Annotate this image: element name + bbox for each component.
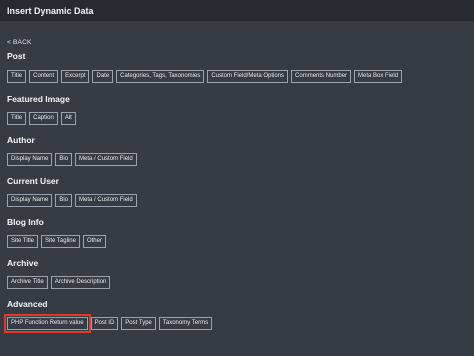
section-advanced: Advanced PHP Function Return value Post … [4, 299, 467, 333]
post-title-button[interactable]: Title [7, 70, 27, 83]
chip-group-advanced: PHP Function Return value Post ID Post T… [4, 314, 467, 333]
dialog-title: Insert Dynamic Data [0, 0, 474, 21]
author-bio-button[interactable]: Bio [55, 153, 73, 166]
section-title-featured-image: Featured Image [7, 94, 70, 104]
blog-other-button[interactable]: Other [82, 235, 106, 248]
section-title-current-user: Current User [7, 176, 59, 186]
section-author: Author Display Name Bio Meta / Custom Fi… [7, 135, 467, 166]
section-archive: Archive Archive Title Archive Descriptio… [7, 258, 467, 289]
archive-title-button[interactable]: Archive Title [7, 276, 48, 289]
chip-group-blog-info: Site Title Site Tagline Other [7, 235, 467, 248]
section-title-author: Author [7, 135, 35, 145]
featured-image-alt-button[interactable]: Alt [60, 112, 76, 125]
chip-group-author: Display Name Bio Meta / Custom Field [7, 153, 467, 166]
section-post: Post Title Content Excerpt Date Categori… [7, 51, 467, 83]
post-comments-number-button[interactable]: Comments Number [291, 70, 352, 83]
post-content-button[interactable]: Content [29, 70, 59, 83]
author-display-name-button[interactable]: Display Name [7, 153, 53, 166]
post-taxonomies-button[interactable]: Categories, Tags, Taxonomies [116, 70, 205, 83]
featured-image-caption-button[interactable]: Caption [29, 112, 58, 125]
section-current-user: Current User Display Name Bio Meta / Cus… [7, 176, 467, 207]
post-excerpt-button[interactable]: Excerpt [61, 70, 90, 83]
post-date-button[interactable]: Date [92, 70, 114, 83]
featured-image-title-button[interactable]: Title [7, 112, 27, 125]
section-title-post: Post [7, 51, 26, 61]
section-featured-image: Featured Image Title Caption Alt [7, 94, 467, 125]
chip-group-current-user: Display Name Bio Meta / Custom Field [7, 194, 467, 207]
user-bio-button[interactable]: Bio [55, 194, 73, 207]
dialog-content: < BACK Post Title Content Excerpt Date C… [0, 21, 474, 333]
blog-site-title-button[interactable]: Site Title [7, 235, 39, 248]
php-function-return-button[interactable]: PHP Function Return value [4, 314, 91, 333]
chip-group-post: Title Content Excerpt Date Categories, T… [7, 70, 467, 83]
taxonomy-terms-button[interactable]: Taxonomy Terms [158, 317, 213, 330]
section-blog-info: Blog Info Site Title Site Tagline Other [7, 217, 467, 248]
user-meta-field-button[interactable]: Meta / Custom Field [75, 194, 137, 207]
section-title-advanced: Advanced [7, 299, 48, 309]
section-title-archive: Archive [7, 258, 39, 268]
blog-site-tagline-button[interactable]: Site Tagline [41, 235, 80, 248]
post-custom-field-button[interactable]: Custom Field/Meta Options [207, 70, 289, 83]
post-id-button[interactable]: Post ID [90, 317, 119, 330]
archive-description-button[interactable]: Archive Description [50, 276, 111, 289]
post-type-button[interactable]: Post Type [121, 317, 156, 330]
chip-group-archive: Archive Title Archive Description [7, 276, 467, 289]
author-meta-field-button[interactable]: Meta / Custom Field [75, 153, 137, 166]
user-display-name-button[interactable]: Display Name [7, 194, 53, 207]
back-link[interactable]: < BACK [7, 39, 32, 46]
section-title-blog-info: Blog Info [7, 217, 44, 227]
chip-group-featured-image: Title Caption Alt [7, 112, 467, 125]
post-meta-box-field-button[interactable]: Meta Box Field [354, 70, 403, 83]
